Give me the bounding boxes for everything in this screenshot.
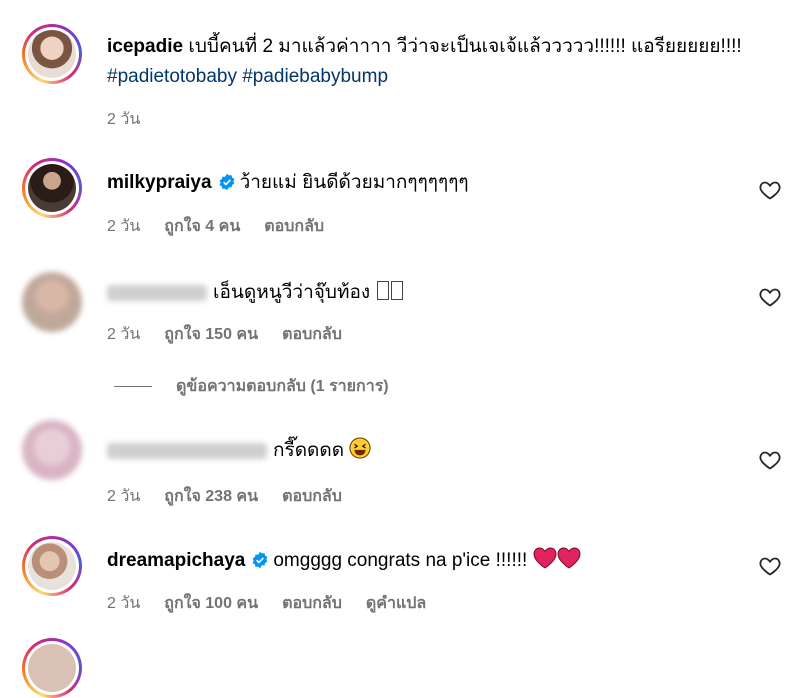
comment-text: ว้ายแม่ ยินดีด้วยมากๆๆๆๆๆๆ: [239, 172, 469, 193]
comment-time[interactable]: 2 วัน: [107, 595, 140, 612]
reply-button[interactable]: ตอบกลับ: [282, 488, 342, 505]
red-heart-emoji: [533, 547, 557, 569]
comment-time[interactable]: 2 วัน: [107, 488, 140, 505]
comment-meta: 2 วัน ถูกใจ 238 คน ตอบกลับ: [107, 484, 366, 509]
verified-badge-icon: [252, 551, 268, 569]
heart-outline-icon[interactable]: [758, 285, 782, 309]
comment-likes[interactable]: ถูกใจ 4 คน: [164, 218, 240, 235]
unsupported-emoji: [391, 281, 404, 300]
verified-badge-icon: [219, 173, 235, 191]
comment-body: กรี๊ดดดด: [107, 436, 371, 466]
comment-time[interactable]: 2 วัน: [107, 326, 140, 343]
comment-body: dreamapichaya omgggg congrats na p'ice !!…: [107, 546, 581, 576]
reply-button[interactable]: ตอบกลับ: [282, 595, 342, 612]
post-caption: icepadie เบบี้คนที่ 2 มาแล้วค่าาาา วีว่า…: [107, 32, 767, 92]
comment-text: เอ็นดูหนูวีว่าจุ๊บท้อง: [213, 282, 371, 303]
view-replies-button[interactable]: ดูข้อความตอบกลับ (1 รายการ): [114, 374, 389, 399]
hashtag-link[interactable]: #padiebabybump: [242, 66, 388, 87]
comment-username-blurred[interactable]: [107, 442, 267, 459]
comment-username[interactable]: milkypraiya: [107, 172, 212, 193]
comment-body: milkypraiya ว้ายแม่ ยินดีด้วยมากๆๆๆๆๆๆ: [107, 168, 469, 198]
commenter-avatar[interactable]: [22, 272, 82, 332]
comment-body: เอ็นดูหนูวีว่าจุ๊บท้อง: [107, 278, 404, 308]
heart-outline-icon[interactable]: [758, 554, 782, 578]
heart-outline-icon[interactable]: [758, 178, 782, 202]
commenter-avatar[interactable]: [22, 158, 82, 218]
hashtag-link[interactable]: #padietotobaby: [107, 66, 237, 87]
comment-meta: 2 วัน ถูกใจ 100 คน ตอบกลับ ดูคำแปล: [107, 591, 450, 616]
comment-username[interactable]: dreamapichaya: [107, 550, 245, 571]
comment-meta: 2 วัน ถูกใจ 150 คน ตอบกลับ: [107, 322, 366, 347]
comment-likes[interactable]: ถูกใจ 150 คน: [164, 326, 258, 343]
commenter-avatar[interactable]: [22, 638, 82, 698]
comment-text: กรี๊ดดดด: [273, 440, 345, 461]
replies-divider: [114, 386, 152, 387]
comment-likes[interactable]: ถูกใจ 238 คน: [164, 488, 258, 505]
comment-likes[interactable]: ถูกใจ 100 คน: [164, 595, 258, 612]
post-author-avatar[interactable]: [22, 24, 82, 84]
heart-outline-icon[interactable]: [758, 448, 782, 472]
commenter-avatar[interactable]: [22, 536, 82, 596]
comment-username-blurred[interactable]: [107, 284, 207, 301]
post-time[interactable]: 2 วัน: [107, 111, 140, 128]
commenter-avatar[interactable]: [22, 420, 82, 480]
caption-text: เบบี้คนที่ 2 มาแล้วค่าาาา วีว่าจะเป็นเจเ…: [188, 36, 742, 57]
translate-button[interactable]: ดูคำแปล: [366, 595, 426, 612]
grinning-squint-emoji: [349, 437, 371, 459]
reply-button[interactable]: ตอบกลับ: [264, 218, 324, 235]
comment-time[interactable]: 2 วัน: [107, 218, 140, 235]
unsupported-emoji: [377, 281, 390, 300]
post-meta: 2 วัน: [107, 107, 164, 132]
view-replies-label: ดูข้อความตอบกลับ (1 รายการ): [176, 378, 389, 395]
comment-meta: 2 วัน ถูกใจ 4 คน ตอบกลับ: [107, 214, 348, 239]
comment-text: omgggg congrats na p'ice !!!!!!: [273, 550, 528, 571]
post-author-username[interactable]: icepadie: [107, 36, 183, 57]
red-heart-emoji: [557, 547, 581, 569]
reply-button[interactable]: ตอบกลับ: [282, 326, 342, 343]
